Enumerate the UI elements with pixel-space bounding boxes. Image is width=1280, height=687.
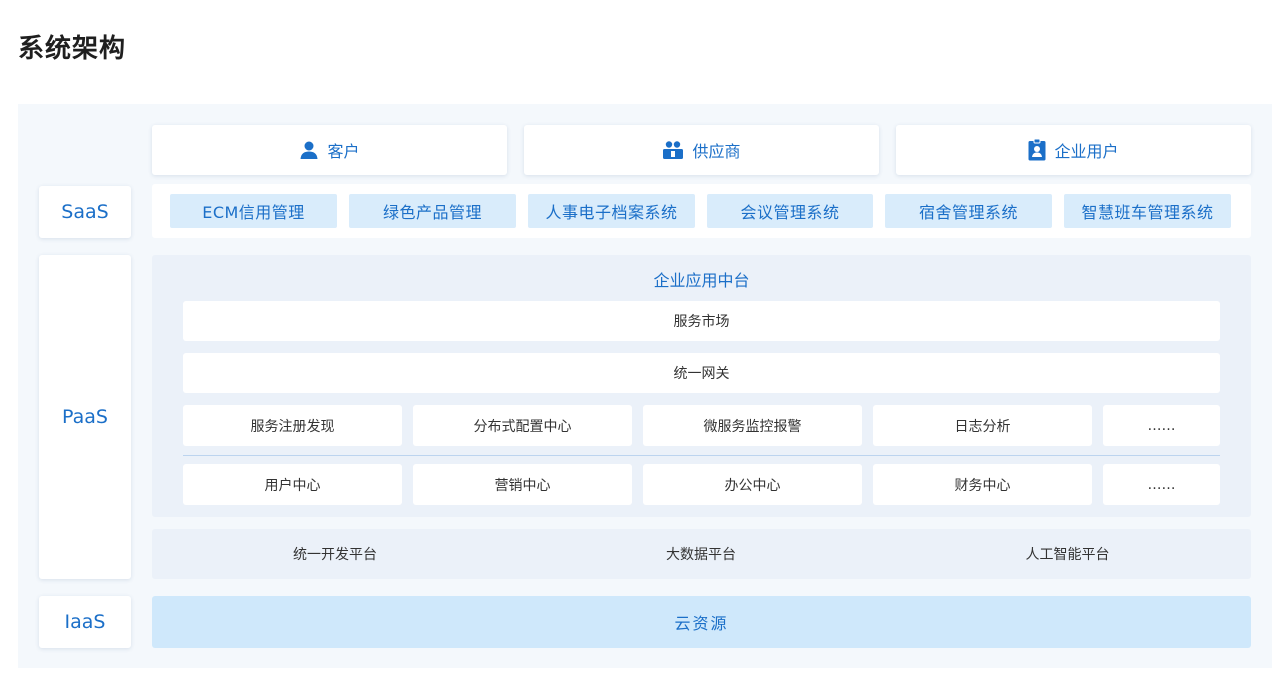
architecture-panel: 客户 供应商 企业用户 SaaS PaaS IaaS ECM信用管理 绿色产品管… <box>18 104 1272 668</box>
paas-divider <box>183 455 1220 456</box>
saas-app-dormitory[interactable]: 宿舍管理系统 <box>885 194 1052 228</box>
supplier-icon <box>663 141 684 159</box>
user-card-customer[interactable]: 客户 <box>152 125 507 175</box>
center-cell[interactable]: 营销中心 <box>413 464 632 505</box>
service-cell-more[interactable]: …… <box>1103 405 1220 446</box>
service-cell[interactable]: 服务注册发现 <box>183 405 402 446</box>
platform-dev[interactable]: 统一开发平台 <box>152 529 518 579</box>
page-title: 系统架构 <box>18 34 127 64</box>
user-card-label: 客户 <box>327 142 360 161</box>
layer-label-paas: PaaS <box>39 255 131 579</box>
service-cell[interactable]: 分布式配置中心 <box>413 405 632 446</box>
service-cell[interactable]: 微服务监控报警 <box>643 405 862 446</box>
service-market-bar[interactable]: 服务市场 <box>183 301 1220 341</box>
platform-ai[interactable]: 人工智能平台 <box>884 529 1251 579</box>
user-card-label: 企业用户 <box>1054 142 1119 161</box>
platforms-row: 统一开发平台 大数据平台 人工智能平台 <box>152 529 1251 579</box>
center-cell[interactable]: 用户中心 <box>183 464 402 505</box>
saas-app-ecm[interactable]: ECM信用管理 <box>170 194 337 228</box>
paas-title: 企业应用中台 <box>653 271 750 290</box>
center-cell[interactable]: 办公中心 <box>643 464 862 505</box>
saas-app-strip: ECM信用管理 绿色产品管理 人事电子档案系统 会议管理系统 宿舍管理系统 智慧… <box>152 184 1251 238</box>
user-icon <box>300 141 318 159</box>
user-card-enterprise[interactable]: 企业用户 <box>896 125 1251 175</box>
cloud-resources-bar[interactable]: 云资源 <box>152 596 1251 648</box>
user-card-supplier[interactable]: 供应商 <box>524 125 879 175</box>
paas-middle-platform: 企业应用中台 服务市场 统一网关 服务注册发现 分布式配置中心 微服务监控报警 … <box>152 255 1251 517</box>
saas-app-meeting[interactable]: 会议管理系统 <box>707 194 873 228</box>
layer-label-saas: SaaS <box>39 186 131 238</box>
layer-label-iaas: IaaS <box>39 596 131 648</box>
saas-app-hr-archive[interactable]: 人事电子档案系统 <box>528 194 695 228</box>
center-cell-more[interactable]: …… <box>1103 464 1220 505</box>
service-cell[interactable]: 日志分析 <box>873 405 1092 446</box>
center-cell[interactable]: 财务中心 <box>873 464 1092 505</box>
saas-app-shuttle-bus[interactable]: 智慧班车管理系统 <box>1064 194 1231 228</box>
badge-icon <box>1028 139 1046 161</box>
user-card-label: 供应商 <box>692 142 741 161</box>
saas-app-green-product[interactable]: 绿色产品管理 <box>349 194 516 228</box>
unified-gateway-bar[interactable]: 统一网关 <box>183 353 1220 393</box>
platform-bigdata[interactable]: 大数据平台 <box>518 529 884 579</box>
